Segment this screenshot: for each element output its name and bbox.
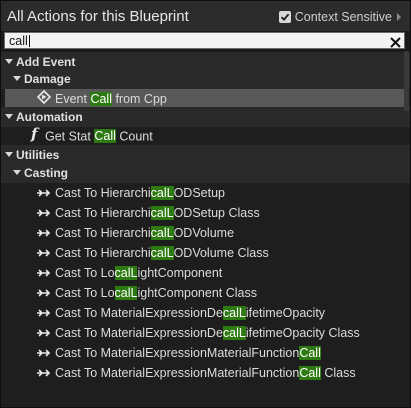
scrollbar[interactable] — [404, 51, 409, 111]
expand-arrow-icon[interactable] — [5, 59, 13, 64]
svg-text:f: f — [30, 126, 40, 142]
expand-arrow-icon[interactable] — [13, 170, 21, 175]
action-cast[interactable]: Cast To MaterialExpressionMaterialFuncti… — [1, 363, 410, 383]
match-highlight: calL — [150, 186, 174, 200]
action-cast[interactable]: Cast To LocalLightComponent Class — [1, 283, 410, 303]
expand-arrow-icon[interactable] — [5, 152, 13, 157]
menu-title: All Actions for this Blueprint — [7, 8, 189, 25]
match-highlight: calL — [222, 326, 246, 340]
action-label-pre: Event — [55, 92, 91, 106]
search-input[interactable]: call — [4, 32, 405, 49]
match-highlight: calL — [114, 286, 138, 300]
cast-arrow-icon — [36, 224, 51, 244]
match-highlight: calL — [150, 226, 174, 240]
chevron-right-icon[interactable] — [396, 10, 402, 24]
cast-arrow-icon — [36, 304, 51, 324]
match-highlight: calL — [114, 266, 138, 280]
checkbox-checked-icon[interactable] — [278, 11, 291, 23]
action-cast[interactable]: Cast To HierarchicalLODVolume — [1, 223, 410, 243]
cast-arrow-icon — [36, 264, 51, 284]
context-sensitive-toggle[interactable]: Context Sensitive — [278, 9, 402, 25]
cast-arrow-icon — [36, 344, 51, 364]
cast-arrow-icon — [36, 324, 51, 344]
action-cast[interactable]: Cast To HierarchicalLODSetup — [1, 183, 410, 203]
action-get-stat-call-count[interactable]: f Get Stat Call Count — [1, 125, 410, 146]
match-highlight: calL — [150, 206, 174, 220]
cast-arrow-icon — [36, 244, 51, 264]
action-tree[interactable]: Add Event Damage Event Call from Cpp Aut… — [1, 51, 410, 407]
category-damage[interactable]: Damage — [1, 69, 410, 89]
menu-header: All Actions for this Blueprint Context S… — [1, 1, 410, 31]
text-caret — [28, 35, 30, 47]
match-highlight: calL — [150, 246, 174, 260]
expand-arrow-icon[interactable] — [5, 114, 13, 119]
action-event-call-from-cpp[interactable]: Event Call from Cpp — [5, 89, 404, 109]
match-highlight: Call — [299, 346, 321, 360]
action-cast[interactable]: Cast To MaterialExpressionDecalLifetimeO… — [1, 303, 410, 323]
action-cast[interactable]: Cast To HierarchicalLODVolume Class — [1, 243, 410, 263]
context-sensitive-label: Context Sensitive — [294, 10, 392, 24]
match-highlight: calL — [222, 306, 246, 320]
search-value: call — [9, 34, 28, 48]
category-automation[interactable]: Automation — [1, 107, 410, 127]
category-utilities[interactable]: Utilities — [1, 145, 410, 165]
match-highlight: Call — [90, 92, 112, 106]
action-cast[interactable]: Cast To LocalLightComponent — [1, 263, 410, 283]
cast-arrow-icon — [36, 364, 51, 384]
blueprint-action-menu: All Actions for this Blueprint Context S… — [0, 0, 411, 408]
expand-arrow-icon[interactable] — [13, 76, 21, 81]
action-cast[interactable]: Cast To HierarchicalLODSetup Class — [1, 203, 410, 223]
action-cast[interactable]: Cast To MaterialExpressionDecalLifetimeO… — [1, 323, 410, 343]
cast-arrow-icon — [36, 204, 51, 224]
match-highlight: Call — [94, 129, 116, 144]
action-cast[interactable]: Cast To MaterialExpressionMaterialFuncti… — [1, 343, 410, 363]
category-casting[interactable]: Casting — [1, 163, 410, 183]
match-highlight: Call — [299, 366, 321, 380]
action-label-post: from Cpp — [111, 92, 167, 106]
cast-arrow-icon — [36, 184, 51, 204]
cast-arrow-icon — [36, 284, 51, 304]
